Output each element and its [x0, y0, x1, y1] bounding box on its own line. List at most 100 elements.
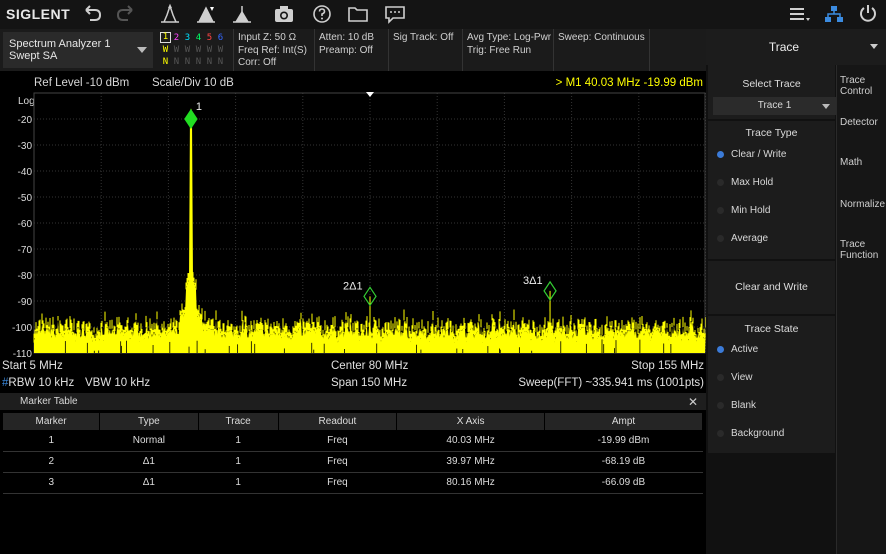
table-cell: 39.97 MHz: [396, 451, 545, 473]
side-tab-trace-control[interactable]: Trace Control: [837, 75, 886, 97]
scale-per-div[interactable]: Scale/Div 10 dB: [152, 77, 234, 89]
power-icon[interactable]: [856, 3, 880, 25]
avg-type: Avg Type: Log-Pwr: [467, 32, 552, 43]
right-softkey-panel: Trace Select Trace Trace 1 Trace Type Cl…: [706, 29, 886, 554]
start-frequency[interactable]: Start 5 MHz: [2, 360, 63, 372]
peak-search-icon[interactable]: [158, 3, 182, 25]
y-tick-label: -100: [12, 323, 32, 334]
siglent-logo: SIGLENT: [6, 6, 71, 22]
trace-indicator-grid[interactable]: 123456 WWWWWW NNNNNN: [160, 32, 226, 68]
trace-number-5: 5: [206, 33, 213, 43]
mode-selector[interactable]: Spectrum Analyzer 1 Swept SA: [3, 32, 153, 68]
spectrum-graph[interactable]: Log -20 -30 -40 -50 -60 -70 -80 -90 -100 -110 1 2Δ…: [0, 92, 707, 360]
marker-to-center-icon[interactable]: [194, 3, 218, 25]
column-header[interactable]: X Axis: [396, 413, 545, 430]
span[interactable]: Span 150 MHz: [331, 377, 407, 389]
trace-number-1: 1: [160, 32, 171, 43]
radio-dot-icon: [717, 430, 724, 437]
y-axis-ticks: -20 -30 -40 -50 -60 -70 -80 -90 -100 -110: [12, 115, 32, 360]
radio-label: Blank: [731, 400, 757, 411]
center-frequency[interactable]: Center 80 MHz: [331, 360, 408, 372]
side-tab-trace-function[interactable]: Trace Function: [837, 239, 886, 261]
marker-table-title: Marker Table: [20, 396, 78, 407]
stop-frequency[interactable]: Stop 155 MHz: [631, 360, 704, 372]
y-tick-label: -40: [18, 167, 33, 178]
undo-icon[interactable]: [80, 3, 104, 25]
radio-label: Min Hold: [731, 205, 771, 216]
trace-mode-write: W: [195, 45, 202, 55]
table-cell: Δ1: [99, 451, 199, 473]
panel-header[interactable]: Trace: [706, 29, 886, 65]
column-header[interactable]: Marker: [3, 413, 101, 430]
table-cell: Δ1: [99, 472, 199, 494]
input-settings: Input Z: 50 Ω Freq Ref: Int(S) Corr: Off: [238, 32, 307, 70]
trace-detector-normal: N: [184, 57, 191, 67]
y-tick-label: -30: [18, 141, 33, 152]
trace-type-section: Trace Type Clear / Write Max Hold Min Hold…: [708, 121, 835, 259]
table-cell: 80.16 MHz: [396, 472, 545, 494]
table-cell: Freq: [278, 430, 397, 452]
network-icon[interactable]: [822, 3, 846, 25]
trace-type-title: Trace Type: [745, 127, 798, 139]
column-header[interactable]: Ampt: [544, 413, 704, 430]
marker-delta-icon[interactable]: [230, 3, 254, 25]
radio-dot-icon: [717, 235, 724, 242]
trace-detector-normal: N: [173, 57, 180, 67]
side-tab-detector[interactable]: Detector: [837, 117, 886, 128]
table-cell: -66.09 dB: [544, 472, 703, 494]
table-row[interactable]: 1 Normal 1 Freq 40.03 MHz -19.99 dBm: [3, 430, 703, 452]
correction-status: Corr: Off: [238, 57, 277, 68]
redo-icon[interactable]: [114, 3, 138, 25]
trace-state-title: Trace State: [744, 323, 799, 335]
input-impedance: Input Z: 50 Ω: [238, 32, 297, 43]
table-cell: Freq: [278, 472, 397, 494]
side-tab-math[interactable]: Math: [837, 157, 886, 168]
y-tick-label: -70: [18, 245, 33, 256]
radio-dot-icon: [717, 151, 724, 158]
preamp-status: Preamp: Off: [319, 44, 373, 56]
side-tab-label: Control: [840, 86, 873, 97]
menu-list-icon[interactable]: [788, 3, 812, 25]
radio-dot-icon: [717, 179, 724, 186]
sweep-mode: Sweep: Continuous: [558, 32, 645, 43]
clear-write-label: Clear and Write: [735, 281, 808, 293]
column-header[interactable]: Readout: [278, 413, 398, 430]
folder-icon[interactable]: [346, 3, 370, 25]
sweep-time[interactable]: Sweep(FFT) ~335.941 ms (1001pts): [518, 377, 704, 389]
trace-number-3: 3: [184, 33, 191, 43]
trace-mode-write: W: [217, 45, 224, 55]
rbw[interactable]: RBW 10 kHz: [8, 377, 74, 389]
help-icon[interactable]: [310, 3, 334, 25]
message-icon[interactable]: [383, 3, 407, 25]
trace-number-6: 6: [217, 33, 224, 43]
marker-table-panel: Marker Table ✕ Marker Type Trace Readout X A…: [0, 393, 706, 554]
clear-write-button[interactable]: Clear and Write: [708, 261, 835, 314]
column-header[interactable]: Type: [99, 413, 199, 430]
y-tick-label: -110: [13, 349, 33, 360]
close-icon[interactable]: ✕: [688, 395, 698, 409]
radio-dot-icon: [717, 207, 724, 214]
table-row[interactable]: 3 Δ1 1 Freq 80.16 MHz -66.09 dB: [3, 472, 703, 494]
column-header[interactable]: Trace: [198, 413, 279, 430]
table-cell: -68.19 dB: [544, 451, 703, 473]
select-trace-section: Select Trace Trace 1: [708, 65, 836, 119]
table-cell: 1: [198, 472, 279, 494]
mode-name: Spectrum Analyzer 1: [9, 38, 111, 50]
camera-icon[interactable]: [272, 3, 296, 25]
select-trace-label: Select Trace: [742, 78, 801, 90]
side-tab-label: Detector: [840, 117, 878, 128]
table-cell: 1: [198, 451, 279, 473]
vbw[interactable]: VBW 10 kHz: [85, 377, 150, 389]
side-tab-label: Math: [840, 157, 863, 168]
table-row[interactable]: 2 Δ1 1 Freq 39.97 MHz -68.19 dB: [3, 451, 703, 473]
signal-track-settings: Sig Track: Off: [393, 32, 453, 45]
spectrum-plot[interactable]: Log -20 -30 -40 -50 -60 -70 -80 -90 -100 -110 1 2Δ…: [0, 92, 707, 360]
table-cell: Normal: [99, 430, 199, 452]
side-tab-normalize[interactable]: Normalize: [837, 199, 886, 210]
ref-level[interactable]: Ref Level -10 dBm: [34, 77, 129, 89]
chevron-down-icon: [870, 44, 878, 49]
marker-label: 2Δ1: [343, 280, 363, 292]
trace-mode-write: W: [173, 45, 180, 55]
marker-label: 3Δ1: [523, 275, 543, 287]
select-trace-dropdown[interactable]: Trace 1: [713, 97, 836, 115]
